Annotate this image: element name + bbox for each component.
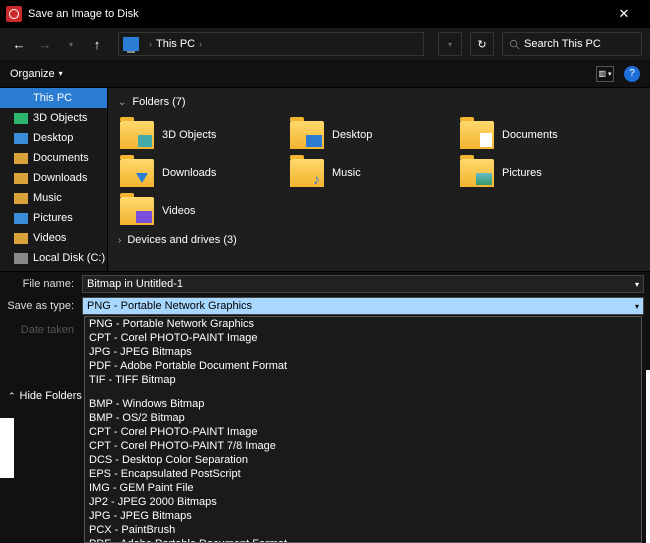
filetype-option[interactable]: CPT - Corel PHOTO-PAINT Image bbox=[85, 425, 641, 439]
filename-input[interactable]: Bitmap in Untitled-1 ▾ bbox=[82, 275, 644, 293]
folder-3d-objects[interactable]: 3D Objects bbox=[118, 116, 288, 154]
filetype-option[interactable]: PDF - Adobe Portable Document Format bbox=[85, 359, 641, 373]
savetype-label: Save as type: bbox=[6, 300, 82, 312]
filename-label: File name: bbox=[6, 278, 82, 290]
organize-menu[interactable]: Organize ▾ bbox=[10, 68, 63, 80]
left-edge bbox=[0, 418, 14, 478]
refresh-button[interactable]: ↻ bbox=[470, 32, 494, 56]
tree-item-music[interactable]: Music bbox=[0, 188, 107, 208]
filetype-option[interactable]: EPS - Encapsulated PostScript bbox=[85, 467, 641, 481]
chevron-down-icon: ▾ bbox=[635, 302, 639, 311]
folder-icon bbox=[460, 121, 494, 149]
filetype-option[interactable]: BMP - OS/2 Bitmap bbox=[85, 411, 641, 425]
folder-documents[interactable]: Documents bbox=[458, 116, 628, 154]
chevron-right-icon: › bbox=[149, 39, 152, 49]
filetype-option[interactable]: JPG - JPEG Bitmaps bbox=[85, 345, 641, 359]
filetype-option[interactable]: PNG - Portable Network Graphics bbox=[85, 317, 641, 331]
forward-button[interactable]: → bbox=[34, 33, 56, 55]
tree-item-this-pc[interactable]: This PC bbox=[0, 88, 107, 108]
hide-folders-button[interactable]: ⌃ Hide Folders bbox=[8, 390, 82, 402]
folder-icon bbox=[290, 121, 324, 149]
chevron-down-icon: ⌄ bbox=[118, 97, 126, 108]
search-input[interactable]: Search This PC bbox=[502, 32, 642, 56]
folder-icon bbox=[460, 159, 494, 187]
chevron-down-icon: ▾ bbox=[59, 69, 63, 78]
breadcrumb-location[interactable]: This PC bbox=[156, 38, 195, 50]
chevron-right-icon: › bbox=[199, 39, 202, 49]
address-bar[interactable]: › This PC › bbox=[118, 32, 424, 56]
address-history-button[interactable]: ▾ bbox=[438, 32, 462, 56]
tree-item-desktop[interactable]: Desktop bbox=[0, 128, 107, 148]
savetype-combo[interactable]: PNG - Portable Network Graphics ▾ bbox=[82, 297, 644, 315]
chevron-right-icon: › bbox=[118, 235, 121, 246]
filetype-option[interactable]: JPG - JPEG Bitmaps bbox=[85, 509, 641, 523]
tree-item-downloads[interactable]: Downloads bbox=[0, 168, 107, 188]
nav-toolbar: ← → ▾ ↑ › This PC › ▾ ↻ Search This PC bbox=[0, 28, 650, 60]
right-edge bbox=[646, 370, 650, 543]
recent-dropdown[interactable]: ▾ bbox=[60, 33, 82, 55]
filetype-option[interactable]: DCS - Desktop Color Separation bbox=[85, 453, 641, 467]
folder-icon bbox=[14, 133, 28, 144]
filetype-option[interactable]: TIF - TIFF Bitmap bbox=[85, 373, 641, 387]
savetype-dropdown[interactable]: PNG - Portable Network GraphicsCPT - Cor… bbox=[84, 316, 642, 543]
folder-music[interactable]: Music bbox=[288, 154, 458, 192]
folder-icon bbox=[120, 159, 154, 187]
devices-section-header[interactable]: › Devices and drives (3) bbox=[118, 234, 640, 246]
folder-icon bbox=[120, 197, 154, 225]
nav-tree[interactable]: This PC3D ObjectsDesktopDocumentsDownloa… bbox=[0, 88, 108, 271]
folder-icon bbox=[14, 193, 28, 204]
content-pane[interactable]: ⌄ Folders (7) 3D ObjectsDesktopDocuments… bbox=[108, 88, 650, 271]
folder-videos[interactable]: Videos bbox=[118, 192, 288, 230]
folder-icon bbox=[120, 121, 154, 149]
tree-item-pictures[interactable]: Pictures bbox=[0, 208, 107, 228]
app-icon bbox=[6, 6, 22, 22]
pc-icon bbox=[123, 37, 139, 51]
chevron-down-icon: ▾ bbox=[635, 280, 639, 289]
back-button[interactable]: ← bbox=[8, 33, 30, 55]
folder-icon bbox=[14, 153, 28, 164]
view-options-button[interactable]: ▥▾ bbox=[596, 66, 614, 82]
help-button[interactable]: ? bbox=[624, 66, 640, 82]
folder-downloads[interactable]: Downloads bbox=[118, 154, 288, 192]
filetype-option[interactable]: CPT - Corel PHOTO-PAINT 7/8 Image bbox=[85, 439, 641, 453]
folder-icon bbox=[14, 233, 28, 244]
search-icon bbox=[509, 39, 520, 50]
filetype-option[interactable]: JP2 - JPEG 2000 Bitmaps bbox=[85, 495, 641, 509]
folder-icon bbox=[14, 173, 28, 184]
folders-section-header[interactable]: ⌄ Folders (7) bbox=[118, 96, 640, 108]
titlebar: Save an Image to Disk ✕ bbox=[0, 0, 650, 28]
command-bar: Organize ▾ ▥▾ ? bbox=[0, 60, 650, 88]
up-button[interactable]: ↑ bbox=[86, 33, 108, 55]
tree-item-3d-objects[interactable]: 3D Objects bbox=[0, 108, 107, 128]
close-button[interactable]: ✕ bbox=[604, 0, 644, 28]
filetype-option[interactable]: PCX - PaintBrush bbox=[85, 523, 641, 537]
filetype-option[interactable]: IMG - GEM Paint File bbox=[85, 481, 641, 495]
tree-item-videos[interactable]: Videos bbox=[0, 228, 107, 248]
tree-item-documents[interactable]: Documents bbox=[0, 148, 107, 168]
folder-icon bbox=[290, 159, 324, 187]
filetype-option[interactable]: PDF - Adobe Portable Document Format bbox=[85, 537, 641, 543]
folder-icon bbox=[14, 253, 28, 264]
datetaken-label: Date taken bbox=[6, 324, 82, 336]
tree-item-local-disk-c-[interactable]: Local Disk (C:) bbox=[0, 248, 107, 268]
folder-icon bbox=[14, 213, 28, 224]
folder-desktop[interactable]: Desktop bbox=[288, 116, 458, 154]
save-panel: File name: Bitmap in Untitled-1 ▾ Save a… bbox=[0, 271, 650, 543]
filetype-option[interactable]: CPT - Corel PHOTO-PAINT Image bbox=[85, 331, 641, 345]
window-title: Save an Image to Disk bbox=[28, 8, 139, 20]
folder-pictures[interactable]: Pictures bbox=[458, 154, 628, 192]
folder-icon bbox=[14, 93, 28, 104]
folder-icon bbox=[14, 113, 28, 124]
chevron-down-icon: ⌃ bbox=[8, 391, 16, 402]
filetype-option[interactable]: BMP - Windows Bitmap bbox=[85, 397, 641, 411]
